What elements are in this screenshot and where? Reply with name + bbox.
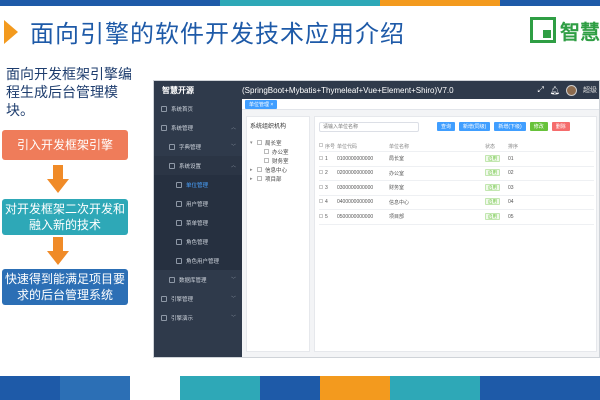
sidebar-item-system[interactable]: 系统管理 ︿ [154, 118, 242, 137]
down-arrow-icon [47, 237, 69, 267]
slide-title: 面向引擎的软件开发技术应用介绍 [30, 20, 405, 48]
status-badge: 启用 [485, 154, 500, 162]
sidebar-item-menus[interactable]: 菜单管理 [154, 213, 242, 232]
user-label[interactable]: 超级 [583, 85, 597, 95]
caret-right-icon[interactable]: ▸ [250, 167, 257, 173]
chevron-up-icon: ︿ [230, 125, 236, 131]
caret-down-icon[interactable]: ▾ [250, 140, 257, 146]
chevron-down-icon: ﹀ [230, 277, 236, 283]
tab-units[interactable]: 单位管理 × [245, 99, 278, 109]
down-arrow-icon [47, 165, 69, 195]
org-tree: 系统组织机构 ▾ 局长室 办公室 财务室 ▸ 信息中心 ▸ 项目部 [246, 116, 310, 352]
unit-panel: 查询 新增(同级) 新增(下级) 修改 删除 序号 单位代码 单位名称 状态 排… [314, 116, 597, 352]
engine-icon [161, 295, 167, 302]
status-badge: 启用 [485, 198, 500, 206]
bell-icon[interactable]: 🔔︎ [550, 86, 560, 95]
checkbox[interactable] [264, 149, 269, 154]
logo-text: 智慧 [560, 19, 600, 44]
demo-icon [161, 314, 167, 321]
checkbox[interactable] [319, 143, 323, 147]
status-badge: 启用 [485, 183, 500, 191]
table-row[interactable]: 5 0500000000000 项目部 启用 05 [319, 210, 594, 225]
checkbox[interactable] [319, 155, 323, 160]
book-icon [169, 143, 175, 150]
edit-button[interactable]: 修改 [529, 122, 548, 131]
bottom-decoration [0, 376, 600, 400]
caret-right-icon[interactable]: ▸ [250, 176, 257, 182]
checkbox[interactable] [319, 184, 323, 189]
unit-table: 序号 单位代码 单位名称 状态 排序 1 0100000000000 局长室 启… [319, 141, 594, 225]
tab-bar: 单位管理 × [242, 99, 599, 110]
sidebar-item-home[interactable]: 系统首页 [154, 99, 242, 118]
flow-step-1: 引入开发框架引擎 [2, 130, 128, 160]
gear-icon [169, 162, 175, 169]
sidebar-item-database[interactable]: 数据库管理 ﹀ [154, 270, 242, 289]
tree-node[interactable]: 财务室 [250, 156, 306, 165]
avatar[interactable] [566, 84, 577, 96]
checkbox[interactable] [257, 176, 262, 181]
app-header: 智慧开源 (SpringBoot+Mybatis+Thymeleaf+Vue+E… [154, 81, 599, 99]
checkbox[interactable] [319, 213, 323, 218]
building-icon [176, 181, 182, 188]
add-sub-level-button[interactable]: 新增(下级) [494, 122, 526, 131]
sidebar: 系统首页 系统管理 ︿ 字典管理 ﹀ 系统设置 ︿ 单位管理 用户管理 菜单管理 角色… [154, 99, 242, 357]
checkbox[interactable] [257, 167, 262, 172]
role-icon [176, 238, 182, 245]
search-button[interactable]: 查询 [437, 122, 456, 131]
status-badge: 启用 [485, 169, 500, 177]
sidebar-item-units[interactable]: 单位管理 [154, 175, 242, 194]
app-brand: 智慧开源 [162, 85, 194, 95]
content-area: 系统组织机构 ▾局长室 办公室 财务室 ▸信息中心 ▸项目部 查询 新增(同级)… [242, 110, 599, 357]
home-icon [161, 105, 167, 112]
add-same-level-button[interactable]: 新增(同级) [459, 122, 491, 131]
checkbox[interactable] [319, 170, 323, 175]
slide: 面向引擎的软件开发技术应用介绍 智慧 面向开发框架引擎编程生成后台管理模块。 引… [0, 0, 600, 400]
table-row[interactable]: 2 0200000000000 办公室 启用 02 [319, 167, 594, 181]
chevron-down-icon: ﹀ [230, 315, 236, 321]
sidebar-item-engine[interactable]: 引擎管理 ﹀ [154, 289, 242, 308]
search-input[interactable] [319, 121, 419, 132]
top-decoration [0, 0, 600, 6]
app-title: (SpringBoot+Mybatis+Thymeleaf+Vue+Elemen… [242, 85, 454, 95]
expand-icon[interactable]: ⤢ [537, 85, 543, 95]
tree-node[interactable]: ▸ 信息中心 [250, 165, 306, 174]
sidebar-item-demo[interactable]: 引擎演示 ﹀ [154, 308, 242, 327]
flow-step-3: 快速得到能满足项目要求的后台管理系统 [2, 269, 128, 305]
sidebar-item-role-users[interactable]: 角色用户管理 [154, 251, 242, 270]
checkbox[interactable] [257, 140, 262, 145]
table-header: 序号 单位代码 单位名称 状态 排序 [319, 141, 594, 152]
tree-node[interactable]: ▾ 局长室 [250, 138, 306, 147]
status-badge: 启用 [485, 212, 500, 220]
logo: 智慧 [530, 14, 600, 46]
database-icon [169, 276, 175, 283]
delete-button[interactable]: 删除 [551, 122, 570, 131]
menu-icon [176, 219, 182, 226]
table-row[interactable]: 4 0400000000000 信息中心 启用 04 [319, 196, 594, 210]
flow-step-2: 对开发框架二次开发和融入新的技术 [2, 199, 128, 235]
tree-title: 系统组织机构 [250, 124, 287, 130]
tree-node[interactable]: 办公室 [250, 147, 306, 156]
chevron-down-icon: ﹀ [230, 296, 236, 302]
sidebar-item-users[interactable]: 用户管理 [154, 194, 242, 213]
intro-text: 面向开发框架引擎编程生成后台管理模块。 [6, 67, 132, 119]
sidebar-item-roles[interactable]: 角色管理 [154, 232, 242, 251]
title-arrow-icon [4, 20, 18, 44]
table-row[interactable]: 1 0100000000000 局长室 启用 01 [319, 152, 594, 167]
chevron-up-icon: ︿ [230, 163, 236, 169]
sidebar-item-settings[interactable]: 系统设置 ︿ [154, 156, 242, 175]
toolbar: 查询 新增(同级) 新增(下级) 修改 删除 [319, 121, 594, 132]
app-screenshot: 智慧开源 (SpringBoot+Mybatis+Thymeleaf+Vue+E… [153, 80, 600, 358]
logo-icon [530, 17, 556, 43]
sidebar-item-dict[interactable]: 字典管理 ﹀ [154, 137, 242, 156]
user-icon [176, 200, 182, 207]
table-row[interactable]: 3 0300000000000 财务室 启用 03 [319, 181, 594, 196]
checkbox[interactable] [319, 199, 323, 204]
tree-node[interactable]: ▸ 项目部 [250, 174, 306, 183]
chevron-down-icon: ﹀ [230, 144, 236, 150]
users-icon [176, 257, 182, 264]
settings-icon [161, 124, 167, 131]
checkbox[interactable] [264, 158, 269, 163]
